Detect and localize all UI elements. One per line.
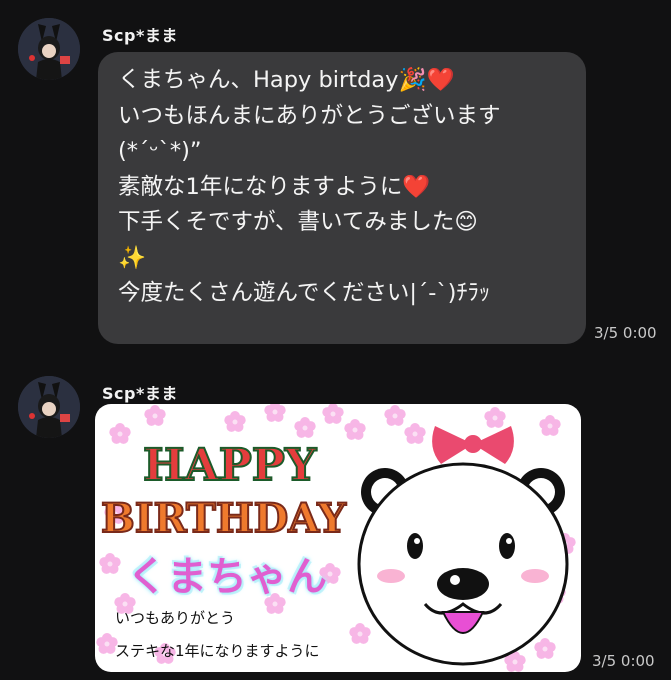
message-line: 下手くそですが、書いてみました😊 (118, 209, 478, 235)
message-line: 素敵な1年になりますように❤️ (118, 173, 431, 200)
happy-birthday-title: HAPPY BIRTHDAY (100, 439, 347, 543)
message-line: くまちゃん、Hapy birtday🎉❤️ (118, 67, 455, 93)
birthday-text: BIRTHDAY (101, 495, 346, 542)
message-line: 今度たくさん遊んでください|ˊ-ˋ)ﾁﾗｯ (118, 280, 491, 306)
happy-text: HAPPY (143, 440, 317, 491)
avatar-illustration (18, 18, 80, 80)
birthday-image[interactable]: HAPPY BIRTHDAY くまちゃん いつもありがとう ステキな1年になりま… (95, 404, 581, 672)
sender-name: Scp*まま (102, 384, 178, 403)
message-line: (*ˊᵕˋ*)” (118, 138, 202, 164)
message-bubble[interactable]: くまちゃん、Hapy birtday🎉❤️ いつもほんまにありがとうございます … (98, 52, 586, 344)
message-timestamp: 3/5 0:00 (592, 652, 655, 670)
avatar-illustration (18, 376, 80, 438)
sender-avatar[interactable] (18, 376, 80, 438)
card-name: くまちゃん (127, 554, 327, 600)
sender-name: Scp*まま (102, 26, 178, 45)
message-timestamp: 3/5 0:00 (594, 324, 657, 342)
card-line: ステキな1年になりますように (115, 642, 320, 660)
message-line: ✨ (118, 244, 147, 271)
message-line: いつもほんまにありがとうございます (118, 102, 501, 129)
card-line: いつもありがとう (115, 609, 236, 627)
sender-avatar[interactable] (18, 18, 80, 80)
